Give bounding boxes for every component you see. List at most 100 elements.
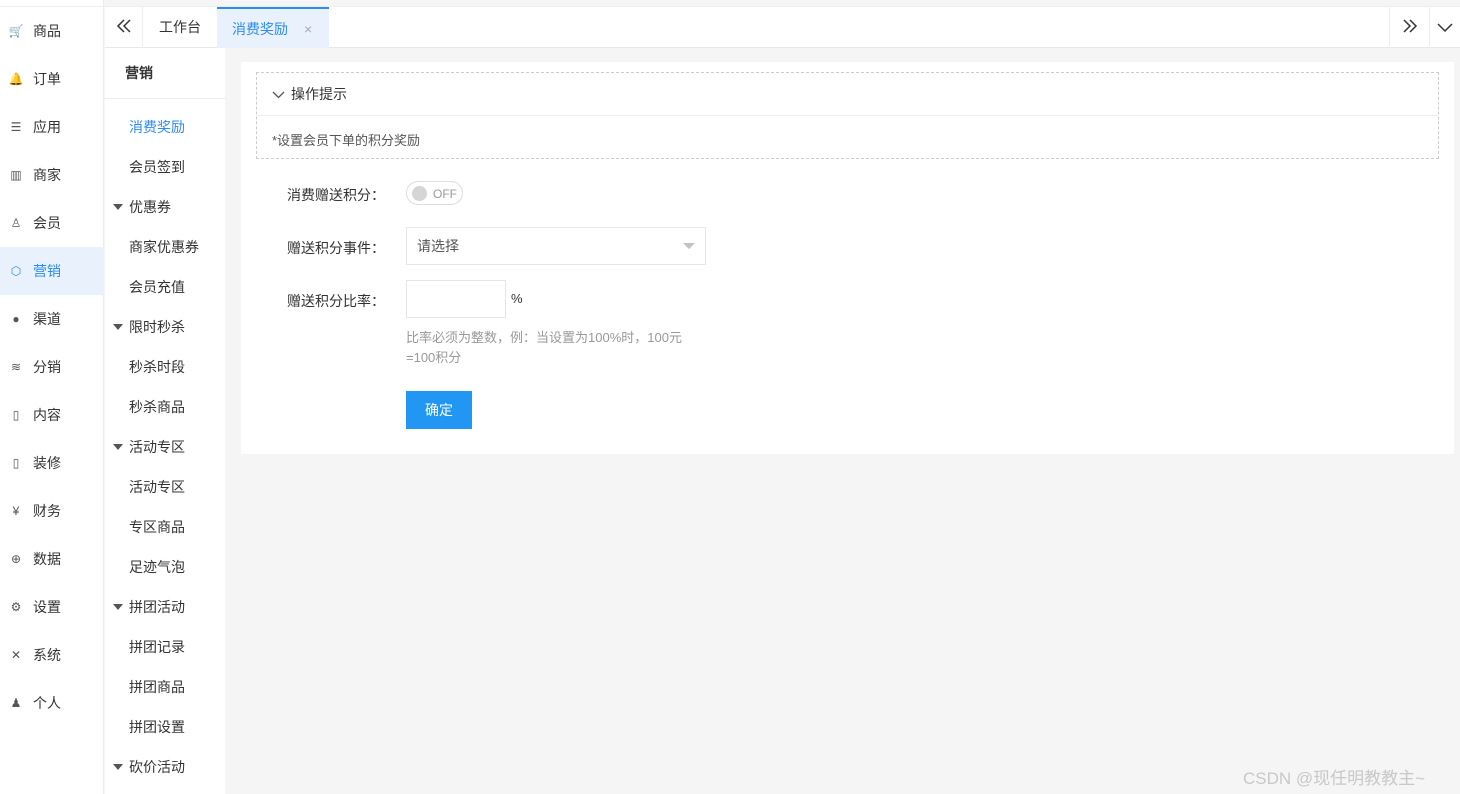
gear-icon: ⚙ [10, 600, 22, 614]
sidebar-item-3[interactable]: ▥ 商家 [0, 151, 104, 199]
caret-down-icon [113, 324, 123, 330]
chevron-down-icon [1437, 20, 1453, 36]
sidebar-item-label: 订单 [33, 71, 61, 87]
sidebar-item-label: 营销 [33, 263, 61, 279]
sidebar-item-12[interactable]: ⚙ 设置 [0, 583, 104, 631]
yen-icon: ¥ [12, 504, 20, 518]
tips-text: *设置会员下单的积分奖励 [272, 133, 421, 148]
caret-down-icon [113, 204, 123, 210]
switch-label: 消费赠送积分： [287, 187, 385, 203]
close-icon[interactable]: × [304, 21, 312, 37]
switch-knob [412, 186, 427, 201]
sidebar-item-1[interactable]: 🔔 订单 [0, 55, 104, 103]
tabs-menu-button[interactable] [1429, 7, 1460, 48]
submenu-item-3[interactable]: 商家优惠券 [105, 227, 225, 267]
submenu-item-6[interactable]: 秒杀时段 [105, 347, 225, 387]
caret-down-icon [113, 604, 123, 610]
submenu-item-15[interactable]: 拼团设置 [105, 707, 225, 747]
secondary-sidebar: 营销 消费奖励 会员签到 优惠券 商家优惠券 会员充值 限时秒杀 秒杀时段 秒杀商品 活动专区活… [105, 48, 225, 794]
submenu-group-5[interactable]: 限时秒杀 [105, 307, 225, 347]
sidebar-item-label: 数据 [33, 551, 61, 567]
cart-icon: 🛒 [8, 24, 24, 38]
tab-bar: 工作台 消费奖励 × [105, 6, 1460, 48]
sidebar-item-5[interactable]: ⬡ 营销 [0, 247, 104, 295]
bell-icon: 🔔 [8, 72, 24, 86]
globe-icon: ⊕ [10, 552, 22, 566]
watermark: CSDN @现任明教教主~ [1243, 769, 1426, 788]
double-chevron-left-icon [116, 19, 132, 36]
confirm-button[interactable]: 确定 [406, 391, 472, 429]
ratio-unit: % [511, 291, 523, 306]
sidebar-item-2[interactable]: ☰ 应用 [0, 103, 104, 151]
tips-box: 操作提示 *设置会员下单的积分奖励 [256, 72, 1439, 159]
switch-state-text: OFF [433, 187, 457, 201]
tab-label: 消费奖励 [232, 20, 288, 37]
points-ratio-input[interactable] [406, 280, 506, 318]
main-sidebar: 🛒 商品 🔔 订单 ☰ 应用 ▥ 商家 ♙ 会员 ⬡ 营销 ● 渠道 ≋ 分销 ▯ 内容 ▯ 装修 ¥ 财务 ⊕ 数据 ⚙ 设置 ✕… [0, 0, 104, 794]
sidebar-item-4[interactable]: ♙ 会员 [0, 199, 104, 247]
submenu-group-8[interactable]: 活动专区 [105, 427, 225, 467]
ratio-hint: 比率必须为整数，例：当设置为100%时，100元=100积分 [406, 330, 682, 365]
points-reward-switch[interactable]: OFF [406, 181, 463, 205]
submenu-item-14[interactable]: 拼团商品 [105, 667, 225, 707]
submenu-item-10[interactable]: 专区商品 [105, 507, 225, 547]
submenu-item-11[interactable]: 足迹气泡 [105, 547, 225, 587]
tab-workbench[interactable]: 工作台 [143, 7, 217, 48]
tips-toggle[interactable]: 操作提示 [257, 73, 1438, 116]
sidebar-item-9[interactable]: ▯ 装修 [0, 439, 104, 487]
sidebar-item-label: 设置 [33, 599, 61, 615]
tabs-scroll-left-button[interactable] [105, 7, 143, 48]
tabs-scroll-right-button[interactable] [1389, 7, 1429, 48]
submenu-group-label: 优惠券 [129, 199, 171, 215]
submenu-group-label: 拼团活动 [129, 599, 185, 615]
submenu-group-label: 活动专区 [129, 439, 185, 455]
sidebar-item-8[interactable]: ▯ 内容 [0, 391, 104, 439]
user-icon: ♙ [10, 216, 22, 230]
event-label: 赠送积分事件： [287, 240, 385, 256]
submenu-group-2[interactable]: 优惠券 [105, 187, 225, 227]
submenu-item-1[interactable]: 会员签到 [105, 147, 225, 187]
sidebar-item-label: 应用 [33, 119, 61, 135]
ratio-label: 赠送积分比率： [287, 293, 385, 309]
sidebar-item-10[interactable]: ¥ 财务 [0, 487, 104, 535]
submenu-item-4[interactable]: 会员充值 [105, 267, 225, 307]
submenu-item-13[interactable]: 拼团记录 [105, 627, 225, 667]
tab-consumption-reward[interactable]: 消费奖励 × [217, 7, 329, 48]
tablet-icon: ▯ [12, 456, 20, 470]
tips-title: 操作提示 [291, 86, 347, 102]
caret-down-icon [113, 444, 123, 450]
wechat-icon: ● [12, 312, 20, 326]
submenu-group-16[interactable]: 砍价活动 [105, 747, 225, 787]
sidebar-item-label: 商品 [33, 23, 61, 39]
sidebar-item-label: 系统 [33, 647, 61, 663]
select-placeholder: 请选择 [417, 238, 459, 254]
double-chevron-right-icon [1402, 19, 1418, 36]
book-icon: ▯ [12, 408, 20, 422]
sidebar-item-14[interactable]: ♟ 个人 [0, 679, 104, 727]
sidebar-item-0[interactable]: 🛒 商品 [0, 7, 104, 55]
sidebar-item-7[interactable]: ≋ 分销 [0, 343, 104, 391]
person-icon: ♟ [10, 696, 22, 710]
chevron-down-icon [272, 86, 285, 102]
submenu-group-label: 限时秒杀 [129, 319, 185, 335]
submenu-item-7[interactable]: 秒杀商品 [105, 387, 225, 427]
submenu-item-0[interactable]: 消费奖励 [105, 107, 225, 147]
points-event-select[interactable]: 请选择 [406, 227, 706, 265]
caret-down-icon [113, 764, 123, 770]
sidebar-item-label: 渠道 [33, 311, 61, 327]
list-icon: ☰ [10, 120, 22, 134]
submenu-group-label: 砍价活动 [129, 759, 185, 775]
layers-icon: ≋ [10, 360, 22, 374]
sidebar-item-label: 商家 [33, 167, 61, 183]
sidebar-item-label: 会员 [33, 215, 61, 231]
caret-down-icon [683, 243, 695, 249]
sidebar-item-label: 内容 [33, 407, 61, 423]
submenu-group-12[interactable]: 拼团活动 [105, 587, 225, 627]
submenu-item-9[interactable]: 活动专区 [105, 467, 225, 507]
sidebar-item-11[interactable]: ⊕ 数据 [0, 535, 104, 583]
sidebar-item-6[interactable]: ● 渠道 [0, 295, 104, 343]
secondary-sidebar-title: 营销 [105, 48, 225, 99]
sidebar-item-label: 分销 [33, 359, 61, 375]
sidebar-item-label: 装修 [33, 455, 61, 471]
sidebar-item-13[interactable]: ✕ 系统 [0, 631, 104, 679]
